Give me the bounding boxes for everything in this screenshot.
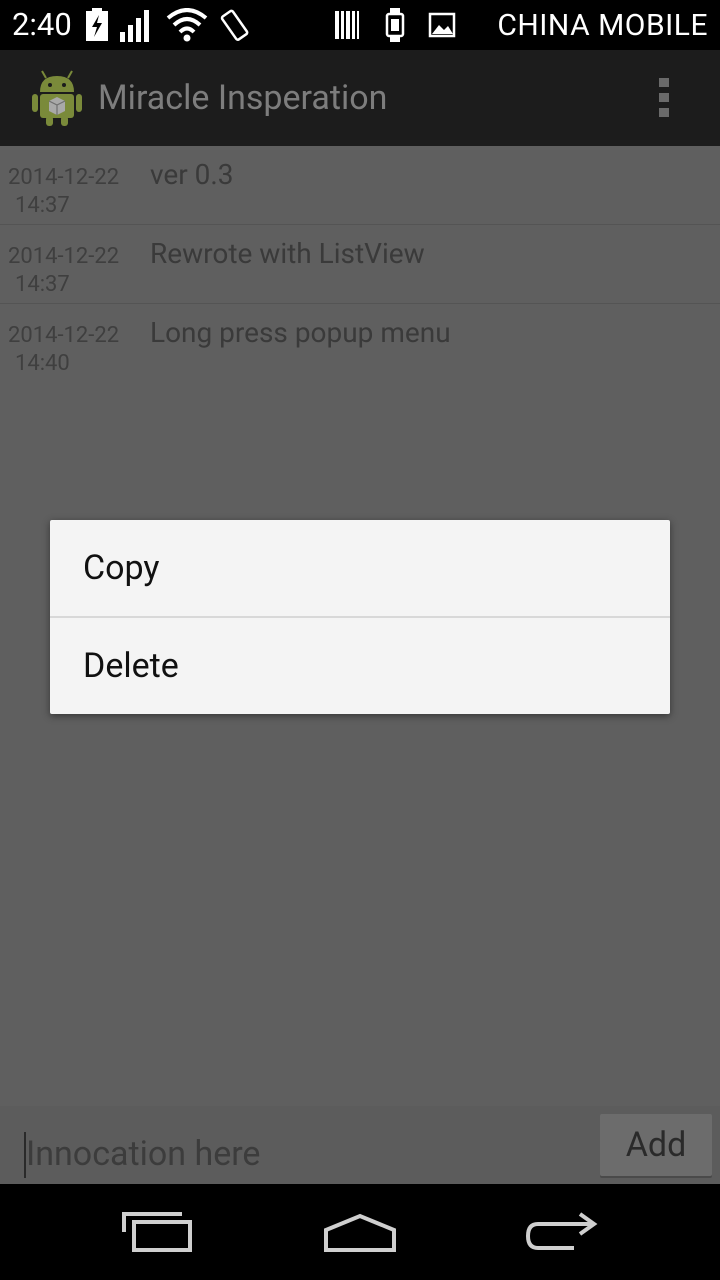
signal-icon — [120, 10, 149, 42]
input-bar: Innocation here Add — [0, 1106, 720, 1186]
status-time: 2:40 — [12, 6, 72, 43]
image-icon — [428, 12, 456, 38]
menu-item-copy[interactable]: Copy — [50, 520, 670, 616]
entry-timestamp: 2014-12-22 14:40 — [8, 322, 138, 378]
action-bar: Miracle Insperation — [0, 50, 720, 146]
entry-text: ver 0.3 — [150, 158, 234, 191]
navigation-bar — [0, 1184, 720, 1280]
menu-item-label: Copy — [83, 548, 160, 588]
innovation-input[interactable]: Innocation here — [24, 1128, 580, 1186]
list-item[interactable]: 2014-12-22 14:40 Long press popup menu — [0, 304, 720, 382]
entry-text: Long press popup menu — [150, 316, 451, 349]
entry-date: 2014-12-22 — [8, 323, 120, 348]
status-bar: 2:40 CHINA MOBILE — [0, 0, 720, 50]
overflow-menu-icon[interactable] — [654, 78, 674, 120]
entry-time: 14:37 — [15, 193, 70, 218]
barcode-icon — [335, 11, 359, 39]
menu-item-label: Delete — [83, 646, 179, 686]
home-icon[interactable] — [320, 1206, 400, 1258]
wifi-icon — [166, 8, 208, 42]
entry-time: 14:37 — [15, 272, 70, 297]
entry-date: 2014-12-22 — [8, 165, 120, 190]
menu-item-delete[interactable]: Delete — [50, 618, 670, 714]
entry-time: 14:40 — [15, 351, 70, 376]
list-item[interactable]: 2014-12-22 14:37 Rewrote with ListView — [0, 225, 720, 304]
entry-timestamp: 2014-12-22 14:37 — [8, 243, 138, 299]
context-menu: Copy Delete — [50, 520, 670, 714]
battery-charging-icon — [86, 8, 108, 41]
android-app-icon — [32, 70, 82, 126]
entry-date: 2014-12-22 — [8, 244, 120, 269]
recent-apps-icon[interactable] — [120, 1206, 196, 1258]
watch-icon — [385, 8, 405, 42]
input-placeholder: Innocation here — [26, 1134, 261, 1174]
add-button[interactable]: Add — [600, 1114, 712, 1176]
entry-text: Rewrote with ListView — [150, 237, 425, 270]
rotate-icon — [220, 9, 249, 41]
entry-timestamp: 2014-12-22 14:37 — [8, 164, 138, 220]
app-title: Miracle Insperation — [98, 78, 388, 118]
carrier-name: CHINA MOBILE — [497, 8, 708, 43]
list-item[interactable]: 2014-12-22 14:37 ver 0.3 — [0, 146, 720, 225]
back-icon[interactable] — [524, 1206, 598, 1258]
